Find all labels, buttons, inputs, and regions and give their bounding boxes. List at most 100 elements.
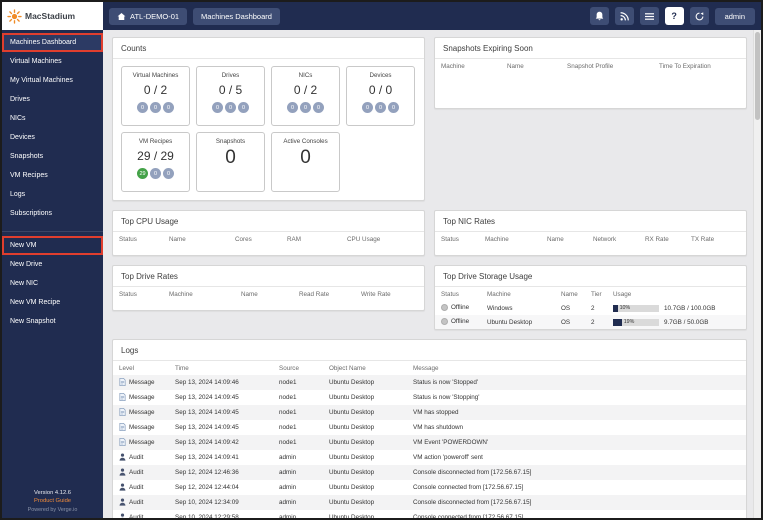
sidebar-item-new-vm-recipe[interactable]: New VM Recipe	[2, 293, 103, 312]
column-header-cores: Cores	[235, 236, 252, 243]
table-row[interactable]: Offline Windows OS 2 10% 10.7GB / 100.0GB	[435, 301, 746, 315]
bell-icon	[595, 11, 604, 21]
column-header-time: Time	[175, 365, 189, 372]
count-badge: 0	[313, 102, 324, 113]
count-card-active-consoles[interactable]: Active Consoles 0	[271, 132, 340, 192]
count-card-label: Devices	[369, 72, 392, 79]
column-header-snapshot-profile: Snapshot Profile	[567, 63, 614, 70]
column-header-machine: Machine	[485, 236, 509, 243]
log-level-cell: Audit	[119, 498, 143, 508]
count-badge: 0	[287, 102, 298, 113]
sidebar-item-logs[interactable]: Logs	[2, 185, 103, 204]
message-icon	[119, 407, 126, 418]
count-badge: 0	[362, 102, 373, 113]
table-row[interactable]: Audit Sep 10, 2024 12:29:58 admin Ubuntu De…	[113, 510, 746, 518]
column-header-source: Source	[279, 365, 299, 372]
usage-text: 10.7GB / 100.0GB	[664, 304, 716, 312]
column-header-name: Name	[561, 291, 578, 298]
log-level-cell: Message	[119, 377, 155, 388]
column-header-name: Name	[169, 236, 186, 243]
macstadium-sunburst-icon	[7, 8, 22, 24]
panel-title-snapshots-expiring-soon: Snapshots Expiring Soon	[435, 38, 746, 59]
audit-icon	[119, 513, 126, 518]
list-button[interactable]	[639, 7, 659, 25]
count-badge: 0	[150, 168, 161, 179]
sidebar-item-new-nic[interactable]: New NIC	[2, 274, 103, 293]
count-card-badges: 000	[212, 102, 249, 113]
help-icon: ?	[671, 11, 677, 21]
sidebar-item-vm-recipes[interactable]: VM Recipes	[2, 166, 103, 185]
top-cpu-usage-table: Status Name Cores RAM CPU Usage	[113, 232, 424, 246]
panel-top-drive-rates: Top Drive Rates Status Machine Name Read Ra…	[112, 265, 425, 311]
brand-logo[interactable]: MacStadium	[2, 2, 103, 30]
sidebar-action-items: New VM New Drive New NIC New VM Recipe New S…	[2, 231, 103, 331]
count-card-devices[interactable]: Devices 0 / 0000	[346, 66, 415, 126]
panel-counts: Counts Virtual Machines 0 / 2 0 0 0 Drives 0 /…	[112, 37, 425, 201]
scrollbar[interactable]	[753, 30, 761, 518]
usage-fill	[613, 304, 618, 312]
count-card-virtual-machines[interactable]: Virtual Machines 0 / 2000	[121, 66, 190, 126]
sidebar-item-devices[interactable]: Devices	[2, 128, 103, 147]
bell-button[interactable]	[589, 7, 609, 25]
rss-button[interactable]	[614, 7, 634, 25]
panel-title-top-drive-rates: Top Drive Rates	[113, 266, 424, 287]
table-row[interactable]: Audit Sep 12, 2024 12:46:36 admin Ubuntu De…	[113, 465, 746, 480]
count-card-value: 0 / 5	[218, 83, 243, 97]
count-card-badges: 000	[287, 102, 324, 113]
product-guide-link[interactable]: Product Guide	[2, 497, 103, 506]
count-card-snapshots[interactable]: Snapshots 0	[196, 132, 265, 192]
usage-bar: 19%	[613, 318, 659, 326]
count-card-value: 29 / 29	[137, 149, 174, 163]
system-button-label: ATL-DEMO-01	[130, 11, 180, 21]
panel-title-top-nic-rates: Top NIC Rates	[435, 211, 746, 232]
count-card-value: 0 / 0	[368, 83, 393, 97]
sidebar-item-drives[interactable]: Drives	[2, 90, 103, 109]
column-header-time-to-expiration: Time To Expiration	[659, 63, 711, 70]
sidebar-item-nics[interactable]: NICs	[2, 109, 103, 128]
machines-dashboard-button[interactable]: Machines Dashboard	[193, 7, 280, 25]
table-row[interactable]: Offline Ubuntu Desktop OS 2 19% 9.7GB / 50.0G…	[435, 315, 746, 329]
panel-title-top-cpu-usage: Top CPU Usage	[113, 211, 424, 232]
log-level-cell: Message	[119, 407, 155, 418]
column-header-status: Status	[119, 236, 137, 243]
column-header-tier: Tier	[591, 291, 602, 298]
top-drive-rates-table: Status Machine Name Read Rate Write Rate	[113, 287, 424, 301]
table-row[interactable]: Audit Sep 13, 2024 14:09:41 admin Ubuntu De…	[113, 450, 746, 465]
count-card-nics[interactable]: NICs 0 / 2000	[271, 66, 340, 126]
count-card-drives[interactable]: Drives 0 / 5000	[196, 66, 265, 126]
count-badge: 0	[150, 102, 161, 113]
column-header-status: Status	[441, 236, 459, 243]
sidebar-item-my-virtual-machines[interactable]: My Virtual Machines	[2, 71, 103, 90]
panel-top-cpu-usage: Top CPU Usage Status Name Cores RAM CPU Usag…	[112, 210, 425, 256]
count-card-vm-recipes[interactable]: VM Recipes 29 / 29 29 0 0	[121, 132, 190, 192]
log-level-cell: Audit	[119, 483, 143, 493]
sidebar-item-machines-dashboard[interactable]: Machines Dashboard	[2, 33, 103, 52]
help-button[interactable]: ?	[664, 7, 684, 25]
panel-top-drive-storage-usage: Top Drive Storage Usage Status Machine Nam…	[434, 265, 747, 330]
scrollbar-thumb[interactable]	[755, 32, 760, 120]
count-badge: 0	[375, 102, 386, 113]
sidebar-item-new-vm[interactable]: New VM	[2, 236, 103, 255]
sidebar-item-virtual-machines[interactable]: Virtual Machines	[2, 52, 103, 71]
table-row[interactable]: Audit Sep 10, 2024 12:34:09 admin Ubuntu De…	[113, 495, 746, 510]
table-row[interactable]: Audit Sep 12, 2024 12:44:04 admin Ubuntu De…	[113, 480, 746, 495]
table-row[interactable]: Message Sep 13, 2024 14:09:45 node1 Ubuntu …	[113, 390, 746, 405]
admin-button[interactable]: admin	[714, 7, 755, 25]
refresh-button[interactable]	[689, 7, 709, 25]
sidebar-item-subscriptions[interactable]: Subscriptions	[2, 204, 103, 223]
sidebar-item-new-drive[interactable]: New Drive	[2, 255, 103, 274]
rss-icon	[620, 11, 629, 21]
system-button[interactable]: ATL-DEMO-01	[109, 7, 188, 25]
usage-bar: 10%	[613, 304, 659, 312]
table-row[interactable]: Message Sep 13, 2024 14:09:46 node1 Ubuntu …	[113, 375, 746, 390]
table-row[interactable]: Message Sep 13, 2024 14:09:45 node1 Ubuntu …	[113, 405, 746, 420]
column-header-level: Level	[119, 365, 135, 372]
admin-button-label: admin	[724, 11, 745, 21]
audit-icon	[119, 483, 126, 493]
count-card-label: Active Consoles	[283, 138, 328, 145]
sidebar-item-snapshots[interactable]: Snapshots	[2, 147, 103, 166]
table-row[interactable]: Message Sep 13, 2024 14:09:45 node1 Ubuntu …	[113, 420, 746, 435]
sidebar-item-new-snapshot[interactable]: New Snapshot	[2, 312, 103, 331]
main-content: Counts Virtual Machines 0 / 2 0 0 0 Drives 0 /…	[103, 30, 761, 518]
table-row[interactable]: Message Sep 13, 2024 14:09:42 node1 Ubuntu …	[113, 435, 746, 450]
